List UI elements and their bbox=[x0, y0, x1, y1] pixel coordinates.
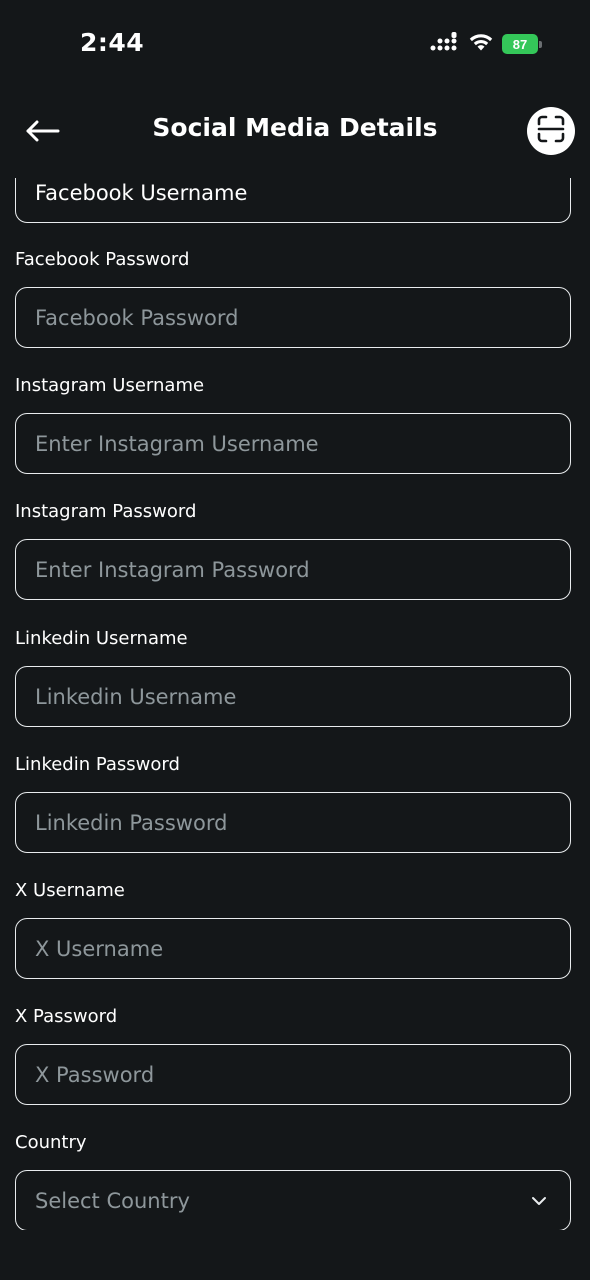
instagram-username-label: Instagram Username bbox=[15, 375, 205, 396]
x-password-input[interactable]: X Password bbox=[15, 1044, 571, 1105]
country-label: Country bbox=[15, 1132, 87, 1153]
instagram-password-input[interactable]: Enter Instagram Password bbox=[15, 539, 571, 600]
page-title: Social Media Details bbox=[152, 113, 438, 142]
country-select[interactable]: Select Country bbox=[15, 1170, 571, 1230]
battery-icon: 87 bbox=[502, 34, 542, 54]
wifi-icon bbox=[468, 32, 494, 56]
linkedin-password-input[interactable]: Linkedin Password bbox=[15, 792, 571, 853]
x-password-label: X Password bbox=[15, 1006, 118, 1027]
facebook-username-input[interactable]: Facebook Username bbox=[15, 178, 571, 223]
instagram-username-input[interactable]: Enter Instagram Username bbox=[15, 413, 571, 474]
cellular-signal-icon bbox=[430, 32, 460, 56]
chevron-down-icon bbox=[530, 1195, 548, 1207]
x-username-label: X Username bbox=[15, 880, 125, 901]
battery-tip bbox=[539, 40, 542, 48]
status-indicators: 87 bbox=[430, 32, 542, 56]
linkedin-username-input[interactable]: Linkedin Username bbox=[15, 666, 571, 727]
status-time: 2:44 bbox=[80, 28, 145, 57]
scan-icon bbox=[536, 114, 566, 148]
scan-button[interactable] bbox=[527, 107, 575, 155]
linkedin-username-label: Linkedin Username bbox=[15, 628, 188, 649]
linkedin-password-label: Linkedin Password bbox=[15, 754, 180, 775]
facebook-password-label: Facebook Password bbox=[15, 249, 190, 270]
social-media-form[interactable]: Facebook Username Facebook Password Face… bbox=[0, 178, 590, 1230]
country-select-value: Select Country bbox=[35, 1188, 190, 1213]
instagram-password-label: Instagram Password bbox=[15, 501, 197, 522]
facebook-password-input[interactable]: Facebook Password bbox=[15, 287, 571, 348]
x-username-input[interactable]: X Username bbox=[15, 918, 571, 979]
screen: 2:44 87 Social Media Details Facebook Us… bbox=[0, 0, 590, 1280]
battery-level: 87 bbox=[502, 34, 538, 54]
